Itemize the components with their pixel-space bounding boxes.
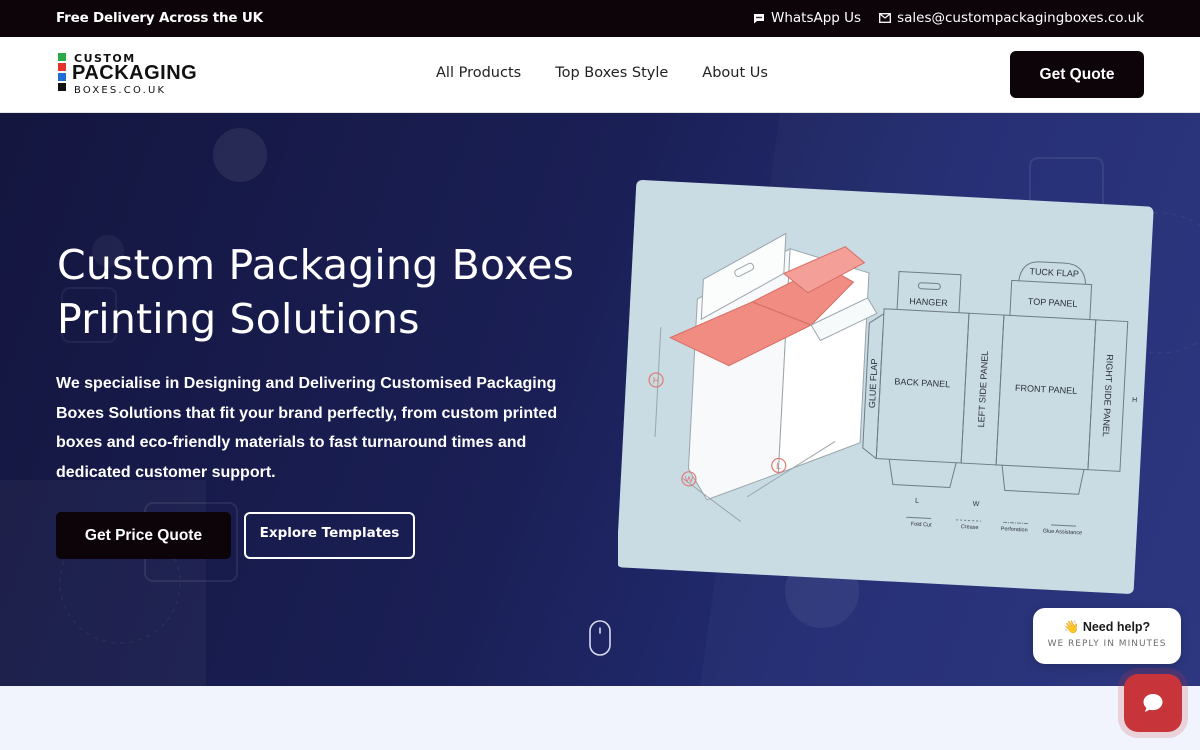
legend-crease: Crease xyxy=(961,524,979,531)
delivery-text: Free Delivery Across the UK xyxy=(56,10,263,26)
whatsapp-link[interactable]: WhatsApp Us xyxy=(753,10,861,26)
nav-top-boxes-style[interactable]: Top Boxes Style xyxy=(555,65,668,81)
get-quote-button[interactable]: Get Quote xyxy=(1010,51,1144,98)
site-logo[interactable]: CUSTOM PACKAGING BOXES.CO.UK xyxy=(58,52,203,99)
logo-squares xyxy=(58,53,67,93)
need-help-tooltip[interactable]: 👋 Need help? WE REPLY IN MINUTES xyxy=(1033,608,1181,664)
chat-icon xyxy=(1143,694,1163,712)
explore-templates-button[interactable]: Explore Templates xyxy=(244,512,415,559)
nav-about-us[interactable]: About Us xyxy=(702,65,768,81)
nav-all-products[interactable]: All Products xyxy=(436,65,521,81)
hero-description: We specialise in Designing and Deliverin… xyxy=(56,375,558,481)
need-help-subtitle: WE REPLY IN MINUTES xyxy=(1047,639,1167,649)
main-nav: All Products Top Boxes Style About Us xyxy=(436,65,768,81)
chat-launcher-button[interactable] xyxy=(1124,674,1182,732)
dim-text-h: H xyxy=(1132,397,1137,404)
scroll-mouse-icon xyxy=(589,620,611,656)
label-hanger: HANGER xyxy=(909,296,948,308)
dim-text-l: L xyxy=(915,498,919,505)
dim-label-h: H xyxy=(653,375,660,385)
whatsapp-label: WhatsApp Us xyxy=(771,10,862,26)
next-section xyxy=(0,686,1200,750)
get-price-quote-button[interactable]: Get Price Quote xyxy=(56,512,231,559)
contact-links: WhatsApp Us sales@custompackagingboxes.c… xyxy=(753,10,1144,26)
hero-title-line1: Custom Packaging Boxes xyxy=(57,241,575,289)
box-dieline-illustration: H W L TUCK FLAP TOP PANEL HANGER BACK PA… xyxy=(618,179,1154,594)
dim-text-w: W xyxy=(972,501,979,508)
hero-section: Custom Packaging Boxes Printing Solution… xyxy=(0,113,1200,686)
legend-fold-cut: Fold Cut xyxy=(911,521,933,528)
dim-label-w: W xyxy=(684,474,694,484)
top-announcement-bar: Free Delivery Across the UK WhatsApp Us … xyxy=(0,0,1200,37)
dim-label-l: L xyxy=(776,461,782,471)
site-header: CUSTOM PACKAGING BOXES.CO.UK All Product… xyxy=(0,37,1200,113)
need-help-title: 👋 Need help? xyxy=(1063,620,1151,634)
logo-line2: PACKAGING xyxy=(72,62,198,84)
email-link[interactable]: sales@custompackagingboxes.co.uk xyxy=(879,10,1144,26)
hero-title: Custom Packaging Boxes Printing Solution… xyxy=(57,238,597,346)
chat-bubble-icon xyxy=(753,13,765,24)
logo-line3: BOXES.CO.UK xyxy=(74,85,167,96)
email-address: sales@custompackagingboxes.co.uk xyxy=(897,10,1144,26)
mail-icon xyxy=(879,13,892,23)
hero-title-line2: Printing Solutions xyxy=(57,295,420,343)
